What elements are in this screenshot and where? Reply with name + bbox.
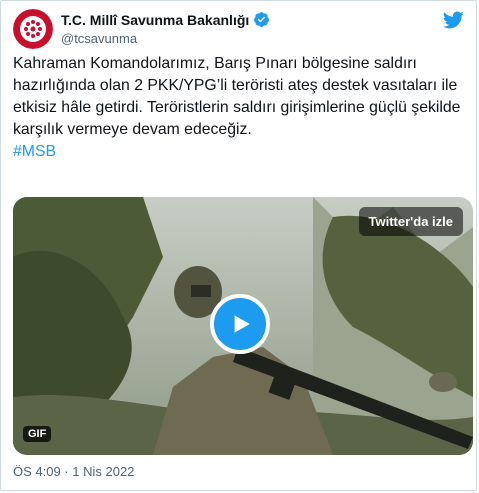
account-handle[interactable]: @tcsavunma xyxy=(61,31,137,46)
avatar[interactable] xyxy=(13,9,53,49)
tweet-header: T.C. Millî Savunma Bakanlığı @tcsavunma xyxy=(13,9,464,49)
account-name[interactable]: T.C. Millî Savunma Bakanlığı xyxy=(61,12,249,28)
play-icon xyxy=(234,315,250,333)
hashtag-link[interactable]: #MSB xyxy=(13,141,468,163)
video-media[interactable]: Twitter'da izle GIF xyxy=(13,197,473,455)
play-button[interactable] xyxy=(210,294,270,354)
tweet-timestamp[interactable]: ÖS 4:09 · 1 Nis 2022 xyxy=(13,464,134,479)
verified-badge-icon xyxy=(254,12,270,27)
tweet-body: Kahraman Komandolarımız, Barış Pınarı bö… xyxy=(13,53,468,163)
twitter-bird-icon[interactable] xyxy=(442,9,464,31)
msb-emblem-icon xyxy=(13,9,53,49)
account-name-row[interactable]: T.C. Millî Savunma Bakanlığı xyxy=(61,11,270,28)
tweet-card: T.C. Millî Savunma Bakanlığı @tcsavunma … xyxy=(0,0,477,491)
gif-badge: GIF xyxy=(23,426,52,442)
tweet-text: Kahraman Komandolarımız, Barış Pınarı bö… xyxy=(13,55,461,138)
watch-on-twitter-button[interactable]: Twitter'da izle xyxy=(358,207,463,236)
